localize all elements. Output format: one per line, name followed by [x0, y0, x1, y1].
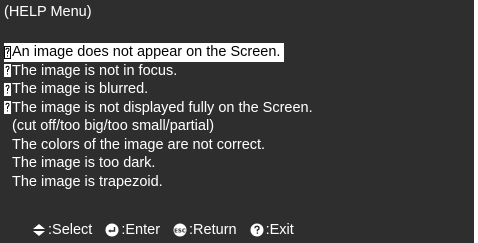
help-item-label: The image is too dark. [12, 155, 156, 172]
help-item-label: The image is not in focus. [12, 62, 178, 79]
help-item-colors-incorrect[interactable]: The colors of the image are not correct. [4, 136, 313, 155]
question-icon [4, 64, 11, 78]
question-icon [4, 101, 11, 115]
return-hint: ESC :Return [173, 222, 237, 238]
help-item-label: An image does not appear on the Screen. [12, 44, 281, 61]
enter-hint: :Enter [105, 222, 160, 238]
help-item-blurred[interactable]: The image is blurred. [4, 80, 313, 99]
help-item-no-image[interactable]: An image does not appear on the Screen. [4, 43, 284, 62]
svg-text:ESC: ESC [174, 228, 186, 234]
help-item-label: The image is trapezoid. [12, 173, 163, 190]
help-item-not-displayed-fully[interactable]: The image is not displayed fully on the … [4, 99, 313, 118]
return-label: :Return [189, 222, 237, 238]
footer-hints: :Select :Enter ESC :Return:Exit [32, 222, 307, 238]
up-down-arrow-icon [32, 223, 46, 237]
select-hint: :Select [32, 222, 92, 238]
help-items-list: An image does not appear on the Screen. … [4, 43, 313, 191]
help-item-label: The colors of the image are not correct. [12, 136, 266, 153]
help-item-label: The image is blurred. [12, 81, 149, 98]
question-icon [4, 82, 11, 96]
menu-title: (HELP Menu) [4, 4, 92, 20]
help-item-not-in-focus[interactable]: The image is not in focus. [4, 62, 313, 81]
exit-hint: :Exit [250, 222, 294, 238]
select-label: :Select [48, 222, 93, 238]
exit-label: :Exit [265, 222, 294, 238]
help-item-subtext: (cut off/too big/too small/partial) [4, 117, 313, 136]
help-item-trapezoid[interactable]: The image is trapezoid. [4, 173, 313, 192]
help-item-label: (cut off/too big/too small/partial) [12, 118, 215, 135]
question-icon [4, 45, 11, 59]
enter-icon [105, 223, 119, 237]
help-menu-screen: (HELP Menu) An image does not appear on … [0, 0, 474, 243]
help-item-too-dark[interactable]: The image is too dark. [4, 154, 313, 173]
esc-icon: ESC [173, 223, 187, 237]
help-item-label: The image is not displayed fully on the … [12, 99, 313, 116]
help-question-icon [250, 223, 264, 237]
enter-label: :Enter [121, 222, 161, 238]
